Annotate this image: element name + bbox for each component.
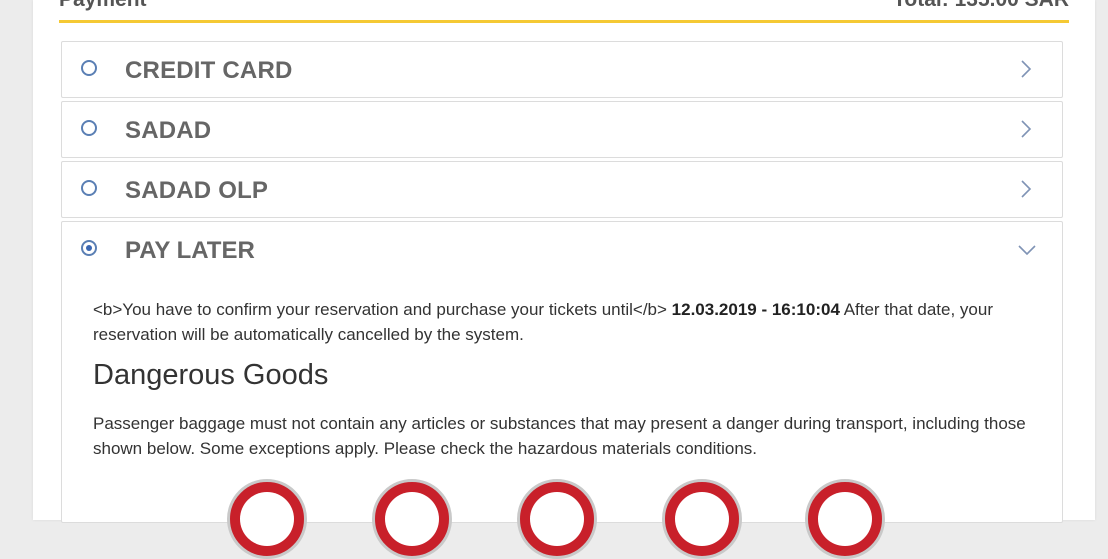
- notice-prefix: <b>You have to confirm your reservation …: [93, 300, 672, 319]
- payment-option-label: CREDIT CARD: [125, 57, 293, 84]
- radio-button-selected[interactable]: [81, 240, 97, 256]
- radio-button[interactable]: [81, 120, 97, 136]
- payment-option-label: SADAD: [125, 117, 212, 144]
- payment-panel: Payment Total: 135.00 SAR CREDIT CARD SA…: [33, 0, 1095, 559]
- chevron-right-icon[interactable]: [1016, 118, 1036, 140]
- payment-title: Payment: [59, 0, 147, 12]
- hazard-icons-row: [227, 479, 927, 559]
- radio-button[interactable]: [81, 60, 97, 76]
- chevron-right-icon[interactable]: [1016, 58, 1036, 80]
- chevron-right-icon[interactable]: [1016, 178, 1036, 200]
- payment-option-label: SADAD OLP: [125, 177, 269, 204]
- payment-option-credit-card[interactable]: CREDIT CARD: [61, 41, 1063, 98]
- dangerous-goods-title: Dangerous Goods: [93, 359, 329, 391]
- hazard-icon: [662, 479, 742, 559]
- hazard-icon: [227, 479, 307, 559]
- dangerous-goods-text: Passenger baggage must not contain any a…: [93, 414, 1026, 458]
- payment-header: Payment Total: 135.00 SAR: [59, 0, 1069, 23]
- hazard-icon: [805, 479, 885, 559]
- total-amount: Total: 135.00 SAR: [893, 0, 1069, 12]
- pay-later-header[interactable]: PAY LATER: [62, 222, 1062, 277]
- chevron-down-icon[interactable]: [1016, 240, 1038, 260]
- reservation-notice: <b>You have to confirm your reservation …: [93, 297, 1038, 347]
- hazard-icon: [372, 479, 452, 559]
- radio-button[interactable]: [81, 180, 97, 196]
- hazard-icon: [517, 479, 597, 559]
- payment-option-sadad-olp[interactable]: SADAD OLP: [61, 161, 1063, 218]
- payment-option-label: PAY LATER: [125, 237, 255, 264]
- reservation-deadline: 12.03.2019 - 16:10:04: [671, 300, 840, 319]
- payment-option-pay-later: PAY LATER <b>You have to confirm your re…: [61, 221, 1063, 559]
- payment-option-sadad[interactable]: SADAD: [61, 101, 1063, 158]
